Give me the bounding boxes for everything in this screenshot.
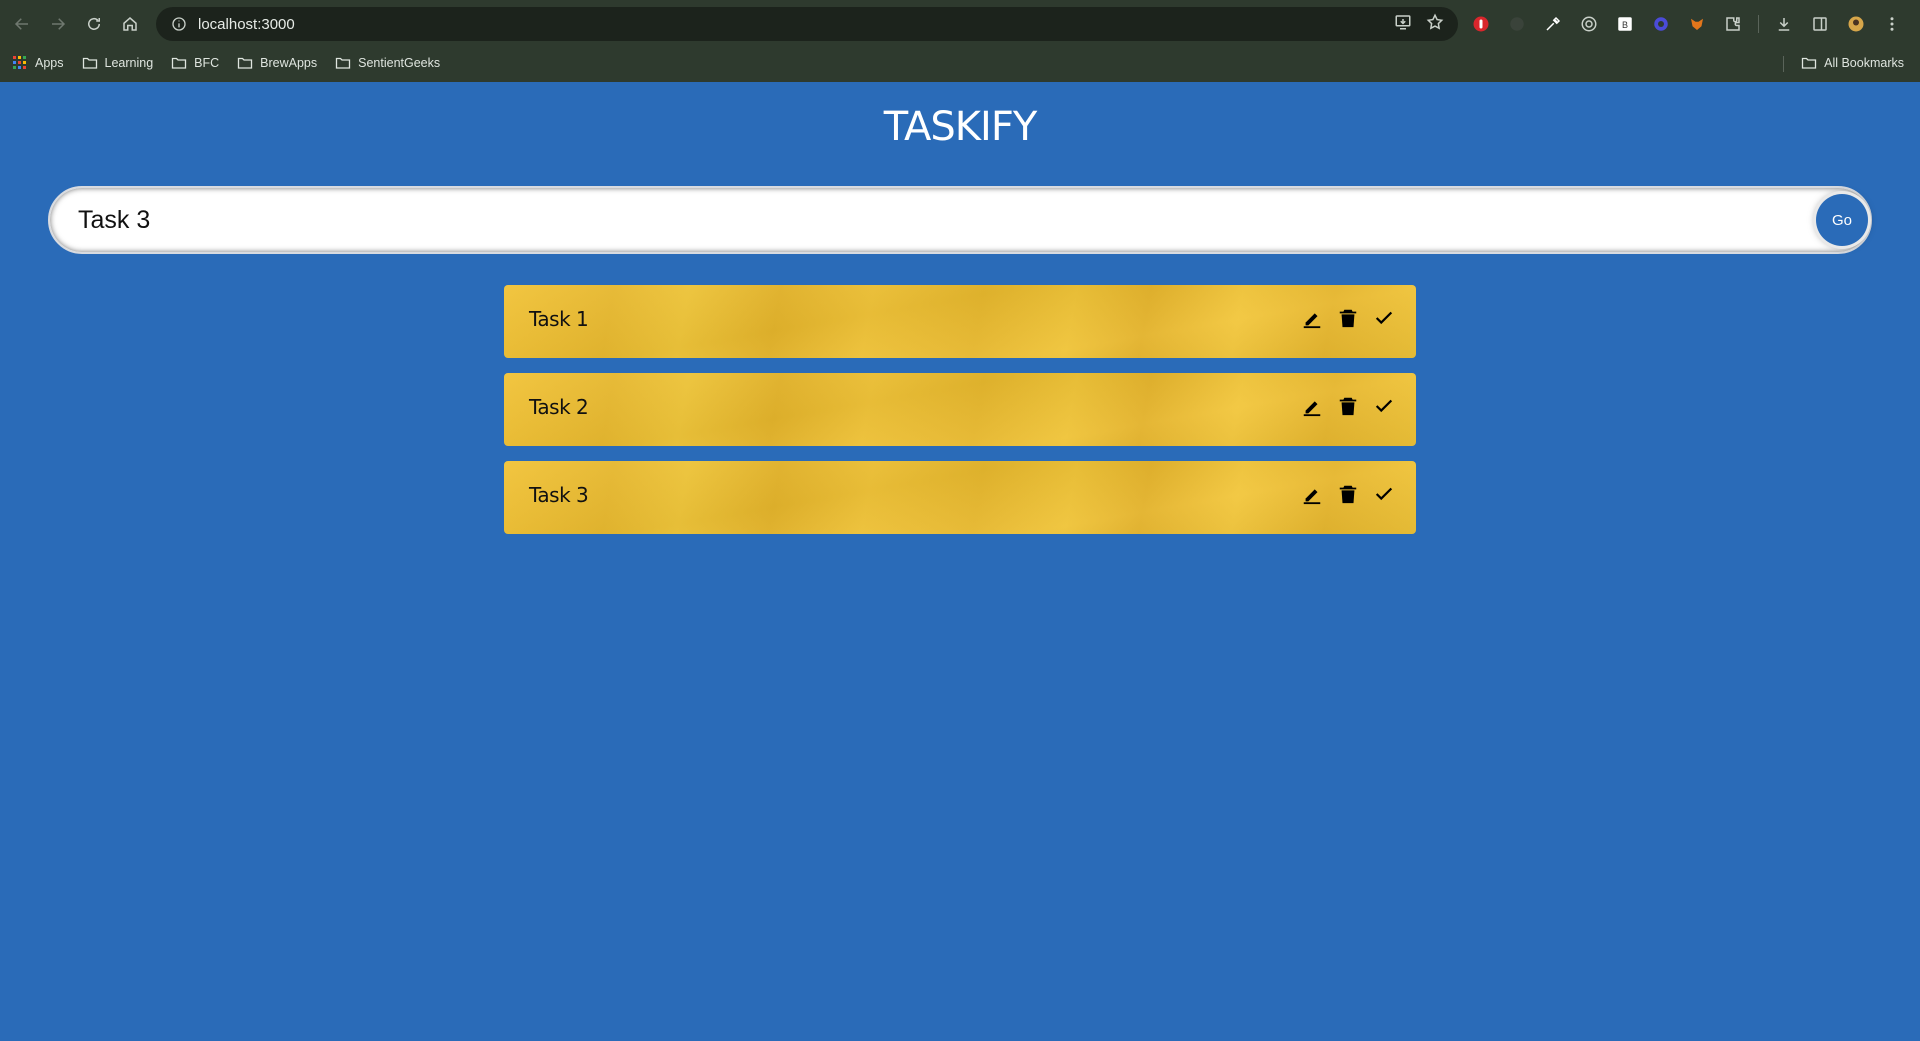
- task-text: Task 2: [529, 395, 589, 419]
- dark-extension-icon[interactable]: [1506, 13, 1528, 35]
- reload-icon[interactable]: [76, 6, 112, 42]
- all-bookmarks-label: All Bookmarks: [1824, 56, 1904, 70]
- apps-grid-icon: [13, 56, 26, 69]
- browser-chrome: localhost:3000 B Apps Learning BFC BrewA…: [0, 0, 1920, 82]
- install-app-icon[interactable]: [1394, 13, 1412, 36]
- delete-icon[interactable]: [1336, 394, 1360, 418]
- bookmarks-bar: Apps Learning BFC BrewApps SentientGeeks: [0, 48, 1920, 78]
- go-button[interactable]: Go: [1816, 194, 1868, 246]
- folder-icon: [1801, 57, 1817, 69]
- bookmark-label: BFC: [194, 56, 220, 70]
- bookmark-bfc[interactable]: BFC: [171, 55, 219, 71]
- done-check-icon[interactable]: [1372, 482, 1396, 506]
- task-form: Go: [48, 186, 1872, 254]
- task-text: Task 3: [529, 483, 589, 507]
- task-actions: [1300, 482, 1396, 506]
- gear-extension-icon[interactable]: [1650, 13, 1672, 35]
- b-extension-icon[interactable]: B: [1614, 13, 1636, 35]
- target-extension-icon[interactable]: [1578, 13, 1600, 35]
- svg-text:B: B: [1622, 20, 1628, 30]
- bookmark-brewapps[interactable]: BrewApps: [237, 55, 317, 71]
- done-check-icon[interactable]: [1372, 306, 1396, 330]
- bookmark-star-icon[interactable]: [1426, 13, 1444, 36]
- edit-icon[interactable]: [1300, 394, 1324, 418]
- app-title: TASKIFY: [883, 104, 1038, 150]
- extensions-area: B: [1470, 7, 1903, 41]
- task-card: Task 1: [504, 285, 1416, 358]
- home-icon[interactable]: [112, 6, 148, 42]
- menu-kebab-icon[interactable]: [1881, 13, 1903, 35]
- folder-icon: [172, 57, 187, 69]
- bookmark-sentientgeeks[interactable]: SentientGeeks: [335, 55, 440, 71]
- folder-icon: [335, 57, 351, 69]
- task-actions: [1300, 306, 1396, 330]
- bookmark-label: Learning: [104, 56, 154, 70]
- all-bookmarks[interactable]: All Bookmarks: [1801, 48, 1904, 78]
- bookmark-learning[interactable]: Learning: [82, 55, 154, 71]
- puzzle-icon[interactable]: [1722, 13, 1744, 35]
- edit-icon[interactable]: [1300, 482, 1324, 506]
- task-text: Task 1: [529, 307, 589, 331]
- bookmark-label: SentientGeeks: [358, 56, 441, 70]
- back-icon[interactable]: [4, 6, 40, 42]
- url-text[interactable]: localhost:3000: [198, 16, 295, 33]
- site-info-icon[interactable]: [164, 16, 194, 32]
- side-panel-icon[interactable]: [1809, 13, 1831, 35]
- task-card: Task 2: [504, 373, 1416, 446]
- delete-icon[interactable]: [1336, 482, 1360, 506]
- task-actions: [1300, 394, 1396, 418]
- adblock-extension-icon[interactable]: [1470, 13, 1492, 35]
- profile-avatar-icon[interactable]: [1845, 13, 1867, 35]
- edit-icon[interactable]: [1300, 306, 1324, 330]
- fox-extension-icon[interactable]: [1686, 13, 1708, 35]
- address-bar[interactable]: localhost:3000: [156, 7, 1458, 41]
- delete-icon[interactable]: [1336, 306, 1360, 330]
- bookmark-label: Apps: [35, 56, 64, 70]
- done-check-icon[interactable]: [1372, 394, 1396, 418]
- eyedropper-extension-icon[interactable]: [1542, 13, 1564, 35]
- task-input[interactable]: [78, 188, 1778, 252]
- download-icon[interactable]: [1773, 13, 1795, 35]
- folder-icon: [82, 57, 97, 69]
- forward-icon[interactable]: [40, 6, 76, 42]
- task-list: Task 1 Task 2 Task 3: [504, 285, 1416, 549]
- bookmark-apps[interactable]: Apps: [12, 55, 64, 71]
- bookmarks-divider: [1783, 56, 1784, 72]
- toolbar-separator: [1758, 15, 1759, 33]
- task-card: Task 3: [504, 461, 1416, 534]
- bookmark-label: BrewApps: [260, 56, 318, 70]
- folder-icon: [238, 57, 253, 69]
